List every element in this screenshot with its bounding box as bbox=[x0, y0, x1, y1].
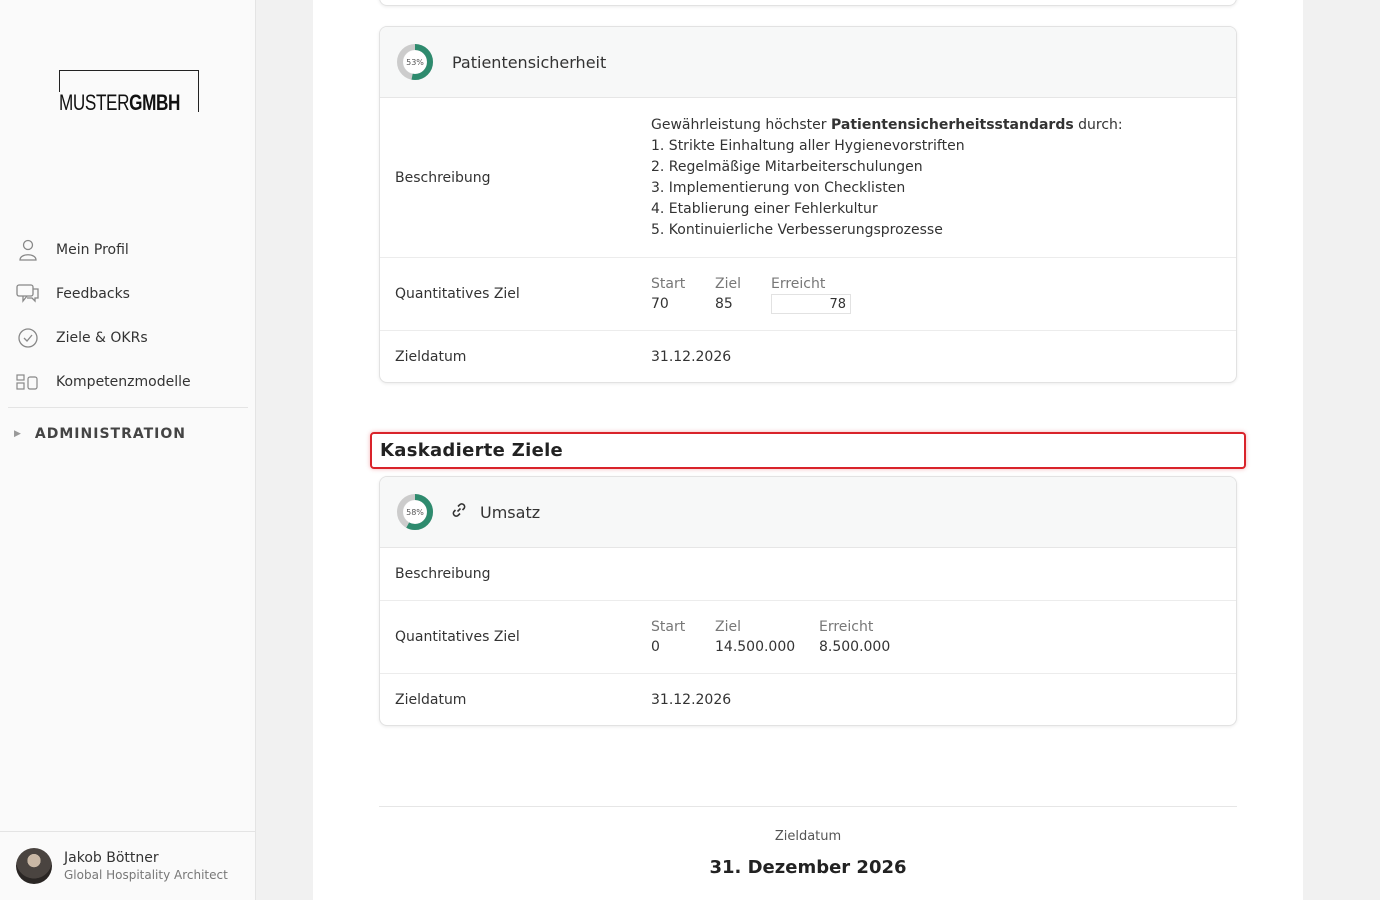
quantitative-values: Start 0 Ziel 14.500.000 Erreicht 8.500.0… bbox=[651, 617, 890, 657]
goal-description: Gewährleistung höchster Patientensicherh… bbox=[651, 115, 1123, 241]
chat-icon bbox=[16, 282, 40, 306]
zieldatum-value: 31.12.2026 bbox=[651, 691, 732, 708]
goal-title: Patientensicherheit bbox=[452, 52, 607, 72]
goal-card-header[interactable]: 58% Umsatz bbox=[380, 477, 1236, 548]
zieldatum-row: Zieldatum 31.12.2026 bbox=[380, 331, 1236, 382]
start-label: Start bbox=[651, 276, 686, 292]
nav-item-ziele-okrs[interactable]: Ziele & OKRs bbox=[8, 316, 248, 360]
quantitative-row: Quantitatives Ziel Start 0 Ziel 14.500.0… bbox=[380, 601, 1236, 674]
nav-label: Mein Profil bbox=[56, 242, 129, 258]
user-role: Global Hospitality Architect bbox=[64, 868, 228, 882]
erreicht-input[interactable] bbox=[771, 294, 851, 314]
quantitative-row: Quantitatives Ziel Start 70 Ziel 85 Erre… bbox=[380, 258, 1236, 331]
ziel-value: 14.500.000 bbox=[715, 639, 796, 655]
user-name: Jakob Böttner bbox=[64, 850, 159, 866]
erreicht-label: Erreicht bbox=[819, 619, 874, 635]
ziel-value: 85 bbox=[715, 296, 733, 312]
row-label: Zieldatum bbox=[395, 348, 467, 365]
row-label: Quantitatives Ziel bbox=[395, 629, 520, 645]
previous-card-bottom bbox=[379, 0, 1237, 6]
check-circle-icon bbox=[16, 326, 40, 350]
ziel-label: Ziel bbox=[715, 619, 741, 635]
main-content: 53% Patientensicherheit Beschreibung Gew… bbox=[313, 0, 1303, 900]
description-row: Beschreibung bbox=[380, 548, 1236, 601]
progress-donut: 58% bbox=[397, 494, 433, 530]
company-logo[interactable]: MUSTERGMBH bbox=[59, 70, 199, 115]
footer-zieldatum-value: 31. Dezember 2026 bbox=[709, 857, 907, 878]
link-icon[interactable] bbox=[452, 503, 466, 521]
section-title-kaskadierte-ziele: Kaskadierte Ziele bbox=[370, 432, 1246, 469]
goal-card-header[interactable]: 53% Patientensicherheit bbox=[380, 27, 1236, 98]
description-row: Beschreibung Gewährleistung höchster Pat… bbox=[380, 98, 1236, 258]
desc-list-item: 2. Regelmäßige Mitarbeiterschulungen bbox=[651, 158, 923, 175]
nav-item-kompetenzmodelle[interactable]: Kompetenzmodelle bbox=[8, 360, 248, 404]
goal-title: Umsatz bbox=[480, 502, 541, 522]
nav-label: Ziele & OKRs bbox=[56, 330, 148, 346]
erreicht-label: Erreicht bbox=[771, 276, 826, 292]
desc-text: durch: bbox=[1073, 116, 1123, 133]
footer-divider bbox=[379, 806, 1237, 807]
zieldatum-row: Zieldatum 31.12.2026 bbox=[380, 674, 1236, 725]
progress-percent-label: 58% bbox=[406, 508, 424, 517]
progress-donut: 53% bbox=[397, 44, 433, 80]
zieldatum-value: 31.12.2026 bbox=[651, 348, 732, 365]
progress-percent-label: 53% bbox=[406, 58, 424, 67]
nav-label: Feedbacks bbox=[56, 286, 130, 302]
caret-right-icon: ▶ bbox=[14, 429, 21, 439]
row-label: Zieldatum bbox=[395, 691, 467, 708]
start-value: 70 bbox=[651, 296, 669, 312]
desc-list-item: 5. Kontinuierliche Verbesserungsprozesse bbox=[651, 221, 943, 238]
footer-zieldatum-label: Zieldatum bbox=[774, 829, 842, 844]
nav-label: Kompetenzmodelle bbox=[56, 374, 191, 390]
main-nav: Mein Profil Feedbacks Ziele & OKRs Kompe… bbox=[8, 228, 248, 460]
nav-label: ADMINISTRATION bbox=[34, 426, 186, 442]
row-label: Beschreibung bbox=[395, 566, 491, 582]
sidebar: MUSTERGMBH Mein Profil Feedbacks Ziele &… bbox=[0, 0, 256, 900]
avatar bbox=[16, 848, 52, 884]
nav-item-feedbacks[interactable]: Feedbacks bbox=[8, 272, 248, 316]
goal-card: 58% Umsatz Beschreibung Quantitatives Zi… bbox=[379, 476, 1237, 726]
logo-text-bold: GMBH bbox=[129, 90, 180, 115]
user-profile[interactable]: Jakob Böttner Global Hospitality Archite… bbox=[0, 831, 256, 900]
desc-list-item: 3. Implementierung von Checklisten bbox=[651, 179, 906, 196]
blocks-icon bbox=[16, 370, 40, 394]
ziel-label: Ziel bbox=[715, 276, 741, 292]
desc-list-item: 4. Etablierung einer Fehlerkultur bbox=[651, 200, 878, 217]
row-label: Beschreibung bbox=[395, 169, 491, 186]
start-label: Start bbox=[651, 619, 686, 635]
erreicht-value: 8.500.000 bbox=[819, 639, 891, 655]
logo-text-regular: MUSTER bbox=[59, 90, 130, 115]
desc-list-item: 1. Strikte Einhaltung aller Hygienevorst… bbox=[651, 137, 965, 154]
desc-bold-text: Patientensicherheitsstandards bbox=[831, 116, 1074, 133]
nav-item-administration[interactable]: ▶ ADMINISTRATION bbox=[8, 408, 248, 460]
goal-card: 53% Patientensicherheit Beschreibung Gew… bbox=[379, 26, 1237, 383]
nav-item-mein-profil[interactable]: Mein Profil bbox=[8, 228, 248, 272]
start-value: 0 bbox=[651, 639, 660, 655]
desc-text: Gewährleistung höchster bbox=[651, 116, 831, 133]
row-label: Quantitatives Ziel bbox=[395, 286, 520, 302]
quantitative-values: Start 70 Ziel 85 Erreicht bbox=[651, 274, 851, 314]
user-icon bbox=[16, 238, 40, 262]
